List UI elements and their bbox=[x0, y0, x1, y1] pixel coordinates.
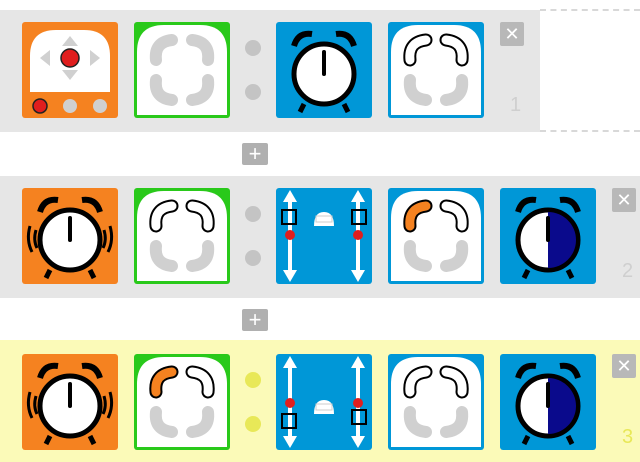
event-timer-elapsed-tile[interactable] bbox=[22, 188, 118, 284]
pair-number: 2 bbox=[622, 260, 634, 282]
pair-number: 1 bbox=[510, 94, 522, 116]
delete-pair-button[interactable]: ✕ bbox=[612, 188, 636, 212]
motor-slider-icon bbox=[281, 190, 367, 282]
program-editor: ✕ 1 + ✕ 2 + ✕ 3 bbox=[0, 0, 640, 462]
event-button-pad-tile[interactable] bbox=[22, 22, 118, 118]
connector-dot bbox=[245, 250, 261, 266]
connector-dot bbox=[245, 372, 261, 388]
add-pair-button[interactable]: + bbox=[242, 309, 268, 331]
timer-icon bbox=[515, 196, 581, 280]
state-set-icon bbox=[137, 357, 227, 447]
action-start-timer-tile[interactable] bbox=[500, 188, 596, 284]
timer-icon bbox=[515, 362, 581, 446]
delete-pair-button[interactable]: ✕ bbox=[500, 22, 524, 46]
ringing-alarm-icon bbox=[26, 362, 114, 446]
state-blank-icon bbox=[137, 191, 227, 281]
pair-number: 3 bbox=[622, 426, 634, 448]
add-pair-button[interactable]: + bbox=[242, 143, 268, 165]
event-action-pair-2: ✕ 2 bbox=[0, 176, 640, 298]
event-timer-elapsed-tile[interactable] bbox=[22, 354, 118, 450]
state-blank-icon bbox=[391, 357, 481, 447]
state-blank-icon bbox=[391, 25, 481, 115]
state-filter-tile[interactable] bbox=[134, 22, 230, 118]
connector-dot bbox=[245, 84, 261, 100]
delete-pair-button[interactable]: ✕ bbox=[612, 354, 636, 378]
action-set-state-tile[interactable] bbox=[388, 188, 484, 284]
alarm-clock-icon bbox=[291, 30, 357, 114]
event-action-pair-1: ✕ 1 bbox=[0, 10, 640, 132]
button-pad-icon bbox=[30, 30, 110, 114]
connector-dot bbox=[245, 40, 261, 56]
action-set-state-tile[interactable] bbox=[388, 354, 484, 450]
action-timer-tile[interactable] bbox=[276, 22, 372, 118]
action-motor-tile[interactable] bbox=[276, 188, 372, 284]
event-action-pair-3: ✕ 3 bbox=[0, 340, 640, 462]
motor-slider-icon bbox=[281, 356, 367, 448]
state-blank-icon bbox=[137, 25, 227, 115]
action-start-timer-tile[interactable] bbox=[500, 354, 596, 450]
action-set-state-tile[interactable] bbox=[388, 22, 484, 118]
state-filter-tile[interactable] bbox=[134, 188, 230, 284]
ringing-alarm-icon bbox=[26, 196, 114, 280]
state-filter-tile[interactable] bbox=[134, 354, 230, 450]
state-set-icon bbox=[391, 191, 481, 281]
connector-dot bbox=[245, 206, 261, 222]
connector-dot bbox=[245, 416, 261, 432]
action-motor-tile[interactable] bbox=[276, 354, 372, 450]
